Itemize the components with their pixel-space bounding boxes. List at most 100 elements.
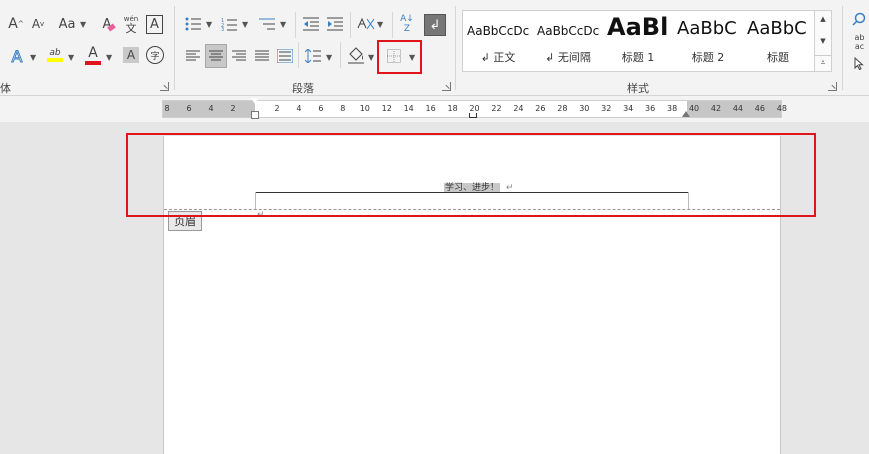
align-left-button[interactable] (184, 46, 202, 66)
ruler-tick: 28 (557, 104, 568, 113)
increase-indent-button[interactable] (326, 14, 344, 34)
show-marks-button[interactable]: ↲ (424, 14, 446, 36)
replace-top: ab (854, 33, 865, 42)
find-button[interactable] (850, 10, 868, 28)
ruler-tick: 38 (667, 104, 678, 113)
first-line-indent-marker[interactable] (251, 98, 259, 104)
shrink-font-label: A (31, 17, 41, 31)
align-right-button[interactable] (230, 46, 248, 66)
ruler-tick: 32 (601, 104, 612, 113)
multilevel-dropdown-icon[interactable]: ▼ (280, 20, 286, 29)
right-indent-marker[interactable] (682, 111, 690, 117)
style-no-spacing[interactable]: AaBbCcDc ↲ 无间隔 (533, 11, 603, 71)
ruler-tick: 14 (403, 104, 414, 113)
multilevel-list-icon (259, 18, 275, 30)
style-sample: AaBbC (677, 18, 737, 39)
justify-icon (255, 50, 269, 61)
style-sample: AaBbCcDc (537, 24, 600, 38)
enclose-char-button[interactable]: 字 (146, 46, 164, 64)
paragraph-dialog-launcher-icon[interactable] (442, 82, 451, 91)
scroll-up-icon[interactable]: ▲ (815, 13, 831, 25)
decrease-indent-button[interactable] (302, 14, 320, 34)
bullets-icon (185, 17, 201, 31)
shading-dropdown-icon[interactable]: ▼ (368, 53, 374, 62)
style-sample: AaBbCcDc (467, 24, 530, 38)
ruler-tick: 2 (274, 104, 280, 113)
text-effect-dropdown-icon[interactable]: ▼ (30, 53, 36, 62)
ruler-tick: 36 (645, 104, 656, 113)
header-highlight-box (126, 133, 816, 217)
align-right-icon (232, 50, 246, 61)
numbering-button[interactable]: 123 (220, 14, 238, 34)
group-divider (350, 12, 351, 38)
ruler-tick: 4 (296, 104, 302, 113)
style-title[interactable]: AaBbC 标题 (743, 11, 813, 71)
style-heading-2[interactable]: AaBbC 标题 2 (673, 11, 743, 71)
multilevel-list-button[interactable] (258, 14, 276, 34)
ruler-tick: 6 (186, 104, 192, 113)
group-divider (340, 42, 341, 68)
distributed-button[interactable] (276, 46, 294, 66)
cursor-icon (854, 56, 864, 70)
tab-stop-center[interactable] (469, 113, 477, 118)
enclose-char-label: 字 (150, 51, 160, 62)
char-border-button[interactable]: A (146, 15, 163, 34)
change-case-button[interactable]: Aa (56, 14, 78, 34)
bullets-button[interactable] (184, 14, 202, 34)
paragraph-group-label: 段落 (292, 82, 314, 95)
chinese-layout-icon (357, 17, 375, 30)
ruler-tick: 42 (710, 104, 722, 113)
numbering-dropdown-icon[interactable]: ▼ (242, 20, 248, 29)
justify-button[interactable] (253, 46, 271, 66)
sort-icon: A↓ (400, 14, 414, 24)
bullets-dropdown-icon[interactable]: ▼ (206, 20, 212, 29)
more-styles-icon[interactable]: ⩡ (815, 55, 831, 70)
char-border-label: A (150, 17, 159, 32)
hanging-indent-marker[interactable] (251, 111, 259, 119)
shrink-font-button[interactable]: Av (30, 14, 46, 34)
align-center-button[interactable] (205, 44, 227, 68)
phonetic-guide-button[interactable]: wén 文 (122, 12, 140, 36)
styles-scroll[interactable]: ▲ ▼ ⩡ (814, 10, 832, 72)
ruler-tick: 20 (469, 104, 480, 113)
chinese-layout-dropdown-icon[interactable]: ▼ (377, 20, 383, 29)
font-dialog-launcher-icon[interactable] (160, 82, 169, 91)
sort-button[interactable]: A↓ Z (397, 12, 417, 36)
font-color-button[interactable]: A (84, 44, 102, 66)
horizontal-ruler[interactable]: 8 6 4 2 2 4 6 8 10 12 14 16 18 20 22 24 26 28 30 32 34 36 38 40… (162, 98, 787, 119)
styles-dialog-launcher-icon[interactable] (828, 82, 837, 91)
char-shading-button[interactable]: A (123, 47, 139, 63)
group-divider (392, 12, 393, 38)
group-divider (295, 12, 296, 38)
shading-button[interactable] (347, 44, 365, 66)
style-sample: AaBbC (747, 18, 807, 39)
ruler-tick: 4 (208, 104, 214, 113)
group-divider (298, 42, 299, 68)
line-spacing-button[interactable] (304, 46, 322, 66)
font-color-label: A (88, 45, 98, 61)
highlight-label: ab (49, 48, 61, 58)
font-color-bar (85, 61, 101, 65)
replace-button[interactable]: ab ac (850, 32, 869, 52)
ruler-tick: 30 (579, 104, 590, 113)
ruler-tick: 44 (732, 104, 744, 113)
select-button[interactable] (852, 56, 866, 70)
style-heading-1[interactable]: AaBl 标题 1 (603, 11, 673, 71)
style-name: ↲ 无间隔 (545, 51, 591, 64)
highlight-dropdown-icon[interactable]: ▼ (68, 53, 74, 62)
search-icon (852, 12, 866, 26)
group-divider (174, 6, 175, 90)
decrease-indent-icon (303, 17, 319, 31)
line-spacing-dropdown-icon[interactable]: ▼ (326, 53, 332, 62)
scroll-down-icon[interactable]: ▼ (815, 35, 831, 47)
change-case-label: Aa (58, 16, 76, 32)
font-color-dropdown-icon[interactable]: ▼ (106, 53, 112, 62)
chinese-layout-button[interactable] (356, 14, 376, 34)
style-normal[interactable]: AaBbCcDc ↲ 正文 (463, 11, 533, 71)
text-effect-button[interactable]: A (8, 46, 26, 66)
line-spacing-icon (305, 49, 321, 63)
grow-font-button[interactable]: A ^ (8, 14, 24, 34)
clear-format-button[interactable]: A (100, 14, 118, 34)
change-case-dropdown-icon[interactable]: ▼ (80, 20, 86, 29)
highlight-button[interactable]: ab (46, 44, 64, 66)
